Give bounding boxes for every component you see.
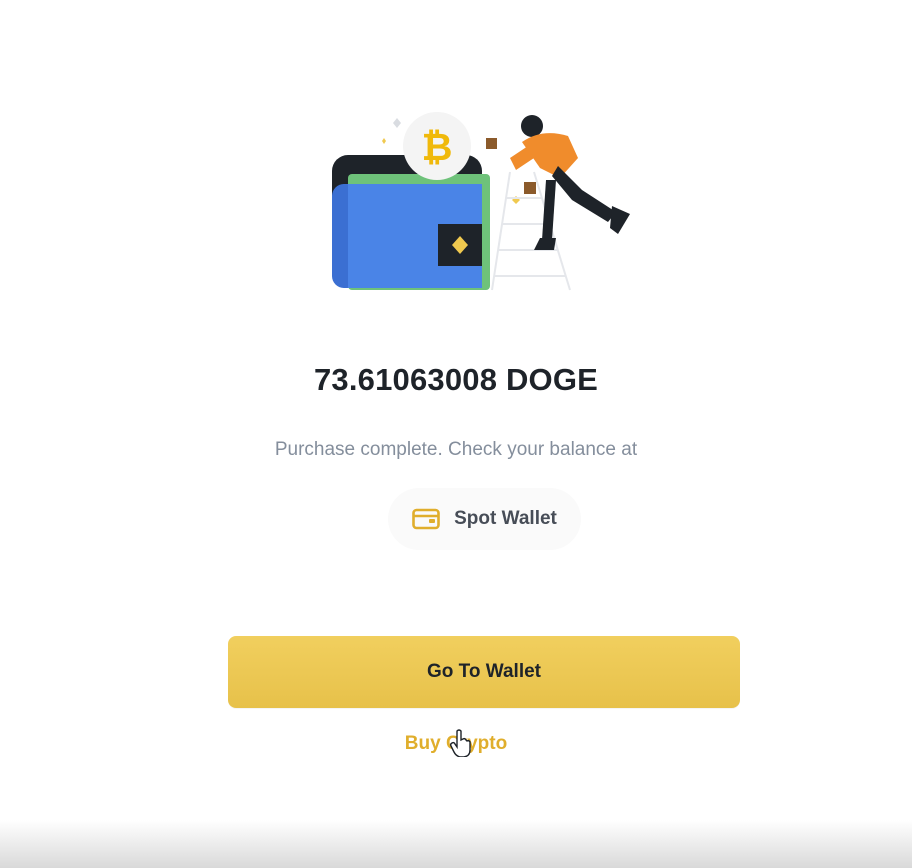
spot-wallet-label: Spot Wallet — [454, 508, 557, 529]
success-illustration: ₿ — [320, 100, 650, 300]
go-to-wallet-label: Go To Wallet — [427, 661, 541, 682]
wallet-bitcoin-illustration: ₿ — [332, 112, 630, 291]
spot-wallet-chip[interactable]: Spot Wallet — [388, 488, 581, 550]
purchase-complete-message: Purchase complete. Check your balance at — [274, 439, 638, 460]
bottom-shadow — [0, 820, 912, 868]
go-to-wallet-button[interactable]: Go To Wallet — [228, 636, 740, 708]
svg-text:₿: ₿ — [422, 125, 453, 169]
purchased-amount: 73.61063008 DOGE — [313, 362, 599, 397]
hand-cursor-icon — [449, 729, 472, 758]
wallet-icon — [412, 508, 440, 530]
